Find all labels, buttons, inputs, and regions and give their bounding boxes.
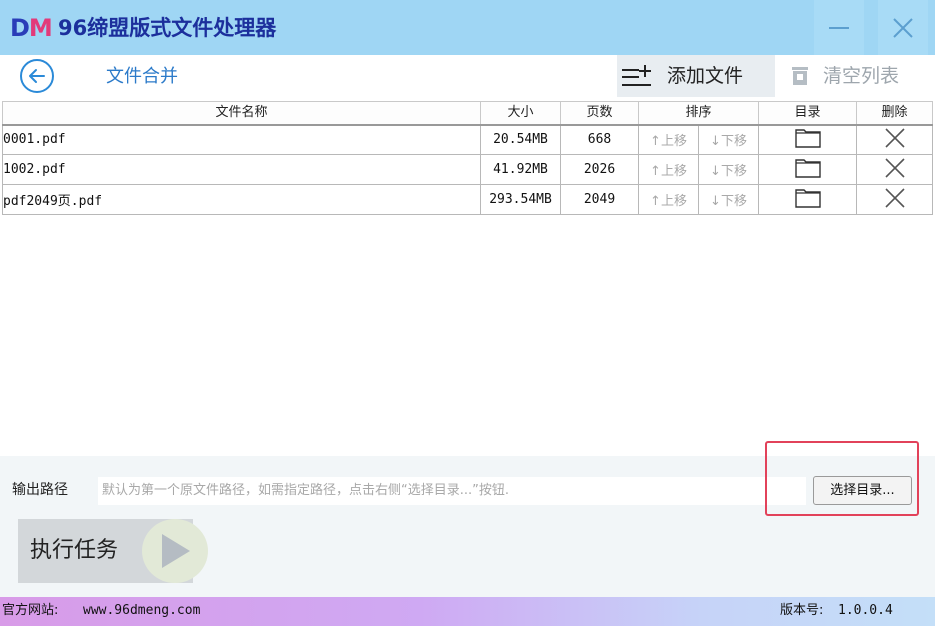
add-file-button[interactable]: 添加文件 <box>617 55 775 97</box>
move-down-button[interactable]: ↓下移 <box>698 154 759 185</box>
file-size-cell: 293.54MB <box>480 184 561 215</box>
toolbar: 文件合并 添加文件 清空列表 <box>0 55 935 101</box>
file-table: 文件名称 大小 页数 排序 目录 删除 0001.pdf 20.54MB 668… <box>2 101 933 215</box>
close-icon <box>884 187 905 208</box>
trash-icon <box>792 67 808 85</box>
page-title: 文件合并 <box>106 66 178 87</box>
arrow-up-icon: ↑ <box>650 134 661 150</box>
header-order: 排序 <box>638 101 759 126</box>
file-size-cell: 41.92MB <box>480 154 561 185</box>
open-directory-button[interactable] <box>758 154 857 185</box>
website-link[interactable]: www.96dmeng.com <box>83 602 200 620</box>
header-delete: 删除 <box>856 101 933 126</box>
move-up-label: 上移 <box>660 194 687 209</box>
move-down-button[interactable]: ↓下移 <box>698 184 759 215</box>
close-icon <box>893 17 913 38</box>
back-arrow-icon <box>29 69 45 83</box>
delete-row-button[interactable] <box>856 124 933 155</box>
open-directory-button[interactable] <box>758 184 857 215</box>
move-up-label: 上移 <box>660 134 687 150</box>
file-table-area: 文件名称 大小 页数 排序 目录 删除 0001.pdf 20.54MB 668… <box>0 101 935 456</box>
add-list-icon <box>622 65 651 86</box>
delete-row-button[interactable] <box>856 184 933 215</box>
execute-task-label: 执行任务 <box>30 538 119 563</box>
table-header-row: 文件名称 大小 页数 排序 目录 删除 <box>2 101 933 126</box>
add-file-label: 添加文件 <box>667 65 744 87</box>
header-directory: 目录 <box>758 101 857 126</box>
clear-list-label: 清空列表 <box>823 65 900 87</box>
website-label: 官方网站: <box>2 603 59 618</box>
play-icon <box>162 534 190 568</box>
select-directory-button[interactable]: 选择目录... <box>813 476 912 505</box>
file-name-cell: pdf2049页.pdf <box>2 184 481 215</box>
minimize-icon <box>829 26 849 29</box>
move-down-button[interactable]: ↓下移 <box>698 124 759 155</box>
move-down-label: 下移 <box>720 134 747 150</box>
move-down-label: 下移 <box>720 194 747 209</box>
status-bar: 官方网站: www.96dmeng.com 版本号: 1.0.0.4 <box>0 597 935 626</box>
close-icon <box>884 157 905 178</box>
folder-icon <box>794 188 821 208</box>
file-size-cell: 20.54MB <box>480 124 561 155</box>
arrow-down-icon: ↓ <box>710 164 721 179</box>
back-button[interactable] <box>20 59 54 93</box>
version-value: 1.0.0.4 <box>838 603 893 618</box>
execute-task-button[interactable]: 执行任务 <box>18 519 208 583</box>
version-label: 版本号: <box>780 603 824 618</box>
app-logo: DM <box>10 14 53 42</box>
close-icon <box>884 128 905 148</box>
open-directory-button[interactable] <box>758 124 857 155</box>
move-up-label: 上移 <box>660 164 687 179</box>
file-pages-cell: 2049 <box>560 184 639 215</box>
output-path-label: 输出路径 <box>12 482 68 498</box>
clear-list-button[interactable]: 清空列表 <box>778 55 934 97</box>
file-pages-cell: 668 <box>560 124 639 155</box>
app-title: 96缔盟版式文件处理器 <box>58 16 277 40</box>
move-down-label: 下移 <box>720 164 747 179</box>
arrow-up-icon: ↑ <box>650 194 661 209</box>
output-path-input[interactable]: 默认为第一个原文件路径，如需指定路径，点击右侧“选择目录...”按钮. <box>98 477 806 505</box>
file-pages-cell: 2026 <box>560 154 639 185</box>
header-file-name: 文件名称 <box>2 101 481 126</box>
table-row: 1002.pdf 41.92MB 2026 ↑上移 ↓下移 <box>2 154 933 185</box>
file-name-cell: 1002.pdf <box>2 154 481 185</box>
minimize-button[interactable] <box>814 0 864 55</box>
delete-row-button[interactable] <box>856 154 933 185</box>
arrow-up-icon: ↑ <box>650 164 661 179</box>
move-up-button[interactable]: ↑上移 <box>638 154 699 185</box>
move-up-button[interactable]: ↑上移 <box>638 124 699 155</box>
folder-icon <box>794 158 821 178</box>
header-size: 大小 <box>480 101 561 126</box>
move-up-button[interactable]: ↑上移 <box>638 184 699 215</box>
header-pages: 页数 <box>560 101 639 126</box>
arrow-down-icon: ↓ <box>710 194 721 209</box>
table-row: pdf2049页.pdf 293.54MB 2049 ↑上移 ↓下移 <box>2 184 933 215</box>
logo-letter-d: D <box>10 14 30 42</box>
table-row: 0001.pdf 20.54MB 668 ↑上移 ↓下移 <box>2 124 933 155</box>
logo-letter-m: M <box>28 14 53 42</box>
arrow-down-icon: ↓ <box>710 134 721 150</box>
title-bar: DM 96缔盟版式文件处理器 <box>0 0 935 55</box>
close-window-button[interactable] <box>878 0 928 55</box>
folder-icon <box>794 129 821 148</box>
file-name-cell: 0001.pdf <box>2 124 481 155</box>
